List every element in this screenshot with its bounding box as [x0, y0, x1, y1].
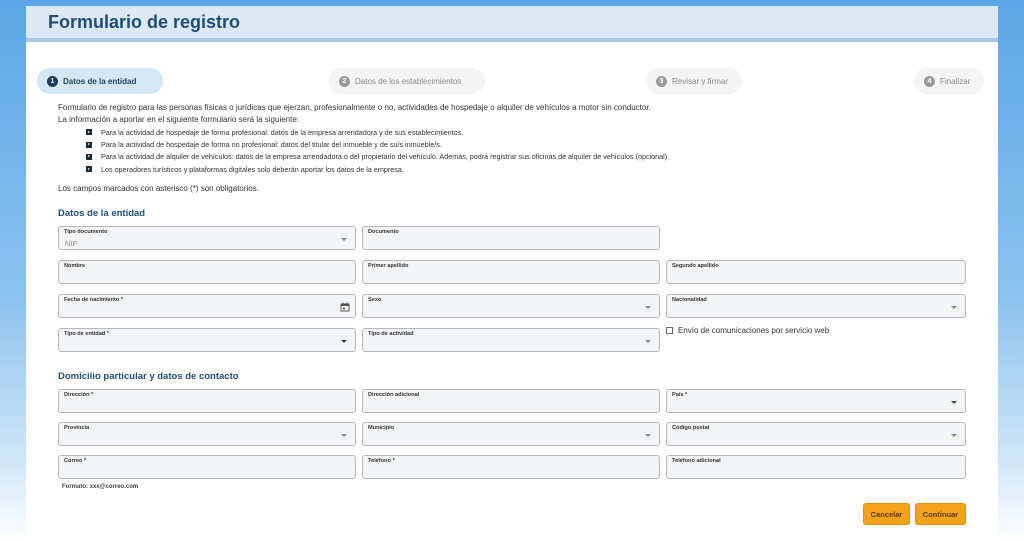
nombre-input[interactable]: Nombre [58, 260, 356, 284]
step-datos-entidad[interactable]: 1 Datos de la entidad [37, 68, 163, 94]
codigo-postal-select[interactable]: Código postal [666, 422, 966, 446]
list-item: Para la actividad de hospedaje de forma … [86, 126, 669, 138]
field-label: Segundo apellido [672, 263, 719, 269]
step-finalizar[interactable]: 4 Finalizar [914, 68, 984, 94]
field-label: Tipo documento [64, 229, 108, 235]
field-label: Fecha de nacimiento * [64, 297, 124, 303]
step-label: Datos de los establecimientos [355, 76, 462, 86]
page-header: Formulario de registro [26, 6, 998, 42]
section-title-entidad: Datos de la entidad [58, 208, 146, 219]
step-number: 4 [924, 75, 935, 87]
field-label: Primer apellido [368, 263, 409, 269]
step-revisar-firmar[interactable]: 3 Revisar y firmar [646, 68, 742, 94]
intro-line-2: La información a aportar en el siguiente… [58, 115, 300, 124]
field-label: Nacionalidad [672, 297, 707, 303]
sexo-select[interactable]: Sexo [362, 294, 660, 318]
intro-text: Formulario de registro para las personas… [58, 102, 651, 126]
field-label: Nombre [64, 263, 86, 269]
primer-apellido-input[interactable]: Primer apellido [362, 260, 660, 284]
step-label: Finalizar [940, 76, 971, 86]
field-label: Dirección adicional [368, 392, 420, 398]
page-title: Formulario de registro [48, 11, 241, 32]
chevron-down-icon [645, 306, 651, 309]
chevron-down-icon [341, 434, 347, 437]
step-label: Revisar y firmar [672, 76, 729, 86]
step-number: 1 [47, 75, 58, 87]
chevron-down-icon [645, 340, 651, 343]
envio-web-checkbox[interactable] [666, 327, 673, 334]
field-label: Tipo de entidad * [64, 331, 109, 337]
field-label: País * [672, 392, 688, 398]
tipo-documento-select[interactable]: Tipo documento NIF [58, 226, 356, 250]
bullet-arrow-icon [86, 129, 92, 136]
field-label: Teléfono * [368, 458, 395, 464]
chevron-down-icon [951, 306, 957, 309]
bullet-arrow-icon [86, 153, 92, 160]
bullet-arrow-icon [86, 166, 92, 173]
telefono-adicional-input[interactable]: Teléfono adicional [666, 455, 966, 479]
field-label: Dirección * [64, 392, 94, 398]
pais-select[interactable]: País * [666, 389, 966, 413]
documento-input[interactable]: Documento [362, 226, 660, 250]
chevron-down-icon [341, 340, 347, 343]
checkbox-label: Envío de comunicaciones por servicio web [678, 326, 830, 335]
field-value: NIF [65, 239, 78, 248]
continue-button[interactable]: Continuar [915, 503, 966, 525]
nacionalidad-select[interactable]: Nacionalidad [666, 294, 966, 318]
direccion-input[interactable]: Dirección * [58, 389, 356, 413]
section-title-domicilio: Domicilio particular y datos de contacto [58, 371, 239, 382]
registration-page: Formulario de registro 1 Datos de la ent… [26, 6, 998, 541]
field-label: Correo * [64, 458, 87, 464]
segundo-apellido-input[interactable]: Segundo apellido [666, 260, 966, 284]
field-label: Tipo de actividad [368, 331, 414, 337]
list-item: Para la actividad de alquiler de vehícul… [86, 151, 669, 163]
intro-line-1: Formulario de registro para las personas… [58, 103, 651, 112]
list-item: Los operadores turísticos y plataformas … [86, 163, 669, 175]
envio-web-checkbox-row[interactable]: Envío de comunicaciones por servicio web [666, 326, 829, 335]
telefono-input[interactable]: Teléfono * [362, 455, 660, 479]
provincia-select[interactable]: Provincia [58, 422, 356, 446]
field-label: Documento [368, 229, 399, 235]
field-label: Teléfono adicional [672, 458, 721, 464]
chevron-down-icon [645, 434, 651, 437]
municipio-select[interactable]: Municipio [362, 422, 660, 446]
info-bullet-list: Para la actividad de hospedaje de forma … [86, 126, 669, 176]
field-label: Provincia [64, 425, 90, 431]
stepper: 1 Datos de la entidad 2 Datos de los est… [26, 68, 998, 94]
bullet-arrow-icon [86, 141, 92, 148]
chevron-down-icon [951, 401, 957, 404]
step-number: 2 [339, 75, 350, 87]
cancel-button[interactable]: Cancelar [863, 503, 910, 525]
chevron-down-icon [951, 434, 957, 437]
chevron-down-icon [341, 238, 347, 241]
required-fields-note: Los campos marcados con asterisco (*) so… [58, 184, 259, 193]
step-label: Datos de la entidad [63, 76, 137, 86]
direccion-adicional-input[interactable]: Dirección adicional [362, 389, 660, 413]
tipo-actividad-select[interactable]: Tipo de actividad [362, 328, 660, 352]
fecha-nacimiento-input[interactable]: Fecha de nacimiento * [58, 294, 356, 318]
calendar-icon[interactable] [340, 302, 350, 312]
tipo-entidad-select[interactable]: Tipo de entidad * [58, 328, 356, 352]
step-number: 3 [656, 75, 667, 87]
email-format-hint: Formato: xxx@correo.com [62, 484, 139, 490]
field-label: Sexo [368, 297, 382, 303]
correo-input[interactable]: Correo * [58, 455, 356, 479]
field-label: Municipio [368, 425, 395, 431]
step-datos-establecimientos[interactable]: 2 Datos de los establecimientos [329, 68, 485, 94]
field-label: Código postal [672, 425, 710, 431]
list-item: Para la actividad de hospedaje de forma … [86, 138, 669, 150]
